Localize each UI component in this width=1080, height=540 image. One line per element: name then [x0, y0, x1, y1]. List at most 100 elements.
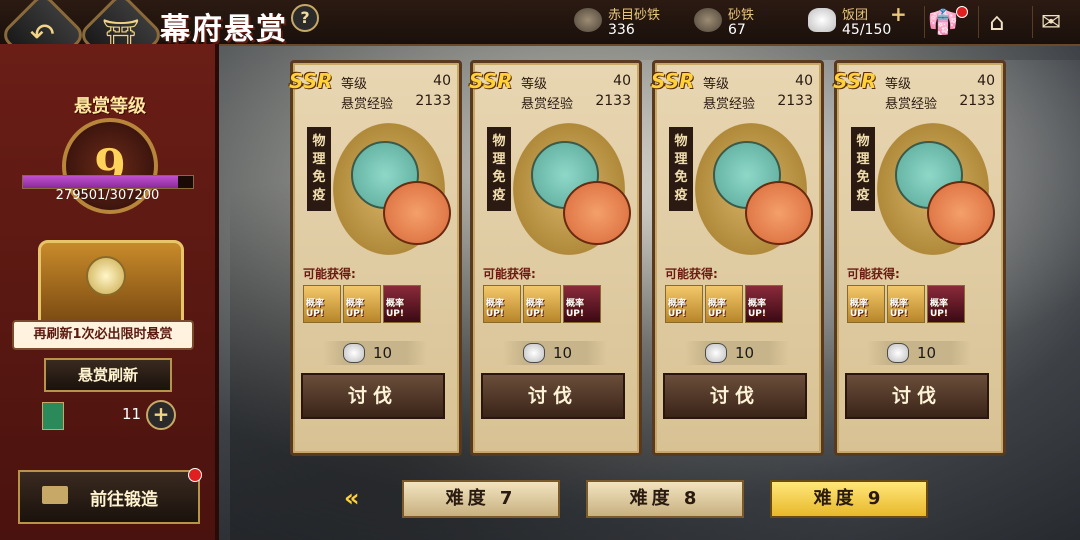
medal-icon [86, 256, 126, 296]
exp-label: 悬赏经验 [703, 97, 756, 112]
bounty-card: SSR 等级 40 悬赏经验 2133 物理免疫 可能获得: 概率UP! 概率U… [833, 60, 1006, 456]
bounty-refresh-button[interactable]: 悬赏刷新 [44, 358, 172, 392]
notification-dot [956, 6, 968, 18]
loot-item[interactable]: 概率UP! [523, 285, 561, 323]
loot-badge: 概率UP! [346, 299, 365, 319]
loot-item[interactable]: 概率UP! [343, 285, 381, 323]
rice-ball-icon [705, 343, 727, 363]
add-rice-ball-button[interactable]: + [890, 2, 907, 26]
rice-cost: 10 [323, 341, 427, 365]
loot-label: 可能获得: [303, 267, 356, 281]
cost-value: 10 [735, 344, 755, 362]
loot-item[interactable]: 概率UP! [665, 285, 703, 323]
ticket-book-icon [42, 402, 64, 430]
resource-iron: 砂铁 67 [690, 2, 800, 40]
rice-ball-icon [343, 343, 365, 363]
loot-badge: 概率UP! [526, 299, 545, 319]
refresh-hint: 再刷新1次必出限时悬赏 [12, 320, 194, 350]
rarity-badge: SSR [469, 69, 513, 93]
immunity-tag: 物理免疫 [307, 127, 331, 211]
resource-value: 45/150 [842, 22, 892, 38]
loot-item[interactable]: 概率UP! [847, 285, 885, 323]
fight-button[interactable]: 讨伐 [663, 373, 807, 419]
cost-value: 10 [373, 344, 393, 362]
resource-label: 赤目砂铁 [608, 8, 661, 23]
loot-item[interactable]: 概率UP! [303, 285, 341, 323]
rarity-badge: SSR [289, 69, 333, 93]
loot-badge: 概率UP! [748, 299, 767, 319]
grade-value: 40 [613, 73, 631, 89]
cost-value: 10 [917, 344, 937, 362]
grade-label: 等级 [885, 77, 912, 92]
page-title: 幕府悬赏 [160, 12, 288, 47]
loot-badge: 概率UP! [668, 299, 687, 319]
rice-ball-icon [887, 343, 909, 363]
grade-label: 等级 [341, 77, 368, 92]
loot-item[interactable]: 概率UP! [745, 285, 783, 323]
exp-value: 2133 [415, 93, 451, 109]
help-button[interactable]: ? [291, 4, 319, 32]
fight-button[interactable]: 讨伐 [301, 373, 445, 419]
rice-cost: 10 [867, 341, 971, 365]
difficulty-8-button[interactable]: 难度 8 [586, 480, 744, 518]
difficulty-7-button[interactable]: 难度 7 [402, 480, 560, 518]
loot-item[interactable]: 概率UP! [705, 285, 743, 323]
cost-value: 10 [553, 344, 573, 362]
exp-label: 悬赏经验 [341, 97, 394, 112]
ticket-counter: 11 + [42, 400, 192, 430]
resource-red-iron: 赤目砂铁 336 [570, 2, 690, 40]
loot-item[interactable]: 概率UP! [383, 285, 421, 323]
bounty-card: SSR 等级 40 悬赏经验 2133 物理免疫 可能获得: 概率UP! 概率U… [469, 60, 642, 456]
loot-badge: 概率UP! [486, 299, 505, 319]
resource-value: 336 [608, 22, 635, 38]
bounty-exp-bar [22, 175, 194, 189]
iron-sand-red-icon [574, 8, 602, 32]
loot-item[interactable]: 概率UP! [887, 285, 925, 323]
rice-ball-icon [523, 343, 545, 363]
exp-value: 2133 [959, 93, 995, 109]
go-forge-label: 前往锻造 [90, 490, 158, 510]
loot-label: 可能获得: [483, 267, 536, 281]
loot-badge: 概率UP! [890, 299, 909, 319]
loot-badge: 概率UP! [708, 299, 727, 319]
home-icon[interactable]: ⌂ [978, 6, 1015, 38]
monster-mask-icon [563, 181, 631, 245]
previous-difficulty-arrow[interactable]: « [344, 484, 360, 512]
fight-button[interactable]: 讨伐 [481, 373, 625, 419]
grade-label: 等级 [703, 77, 730, 92]
fight-button[interactable]: 讨伐 [845, 373, 989, 419]
ticket-count: 11 [122, 405, 142, 423]
exp-label: 悬赏经验 [885, 97, 938, 112]
loot-label: 可能获得: [665, 267, 718, 281]
exp-label: 悬赏经验 [521, 97, 574, 112]
grade-value: 40 [795, 73, 813, 89]
rice-ball-icon [808, 8, 836, 32]
resource-value: 67 [728, 22, 746, 38]
exp-value: 2133 [777, 93, 813, 109]
resource-label: 砂铁 [728, 8, 755, 23]
bounty-card: SSR 等级 40 悬赏经验 2133 物理免疫 可能获得: 概率UP! 概率U… [289, 60, 462, 456]
loot-item[interactable]: 概率UP! [927, 285, 965, 323]
loot-badge: 概率UP! [566, 299, 585, 319]
grade-value: 40 [977, 73, 995, 89]
loot-item[interactable]: 概率UP! [563, 285, 601, 323]
iron-sand-icon [694, 8, 722, 32]
loot-item[interactable]: 概率UP! [483, 285, 521, 323]
mail-icon[interactable]: ✉ [1032, 6, 1069, 38]
bounty-card: SSR 等级 40 悬赏经验 2133 物理免疫 可能获得: 概率UP! 概率U… [651, 60, 824, 456]
loot-label: 可能获得: [847, 267, 900, 281]
bounty-exp-fill [23, 176, 178, 188]
rice-cost: 10 [685, 341, 789, 365]
monster-mask-icon [383, 181, 451, 245]
go-forge-button[interactable]: 前往锻造 [18, 470, 200, 524]
rarity-badge: SSR [651, 69, 695, 93]
bounty-level-label: 悬赏等级 [74, 96, 146, 117]
notification-dot [188, 468, 202, 482]
add-ticket-button[interactable]: + [146, 400, 176, 430]
bounty-exp-text: 279501/307200 [55, 188, 160, 203]
loot-badge: 概率UP! [306, 299, 325, 319]
anvil-icon [42, 486, 68, 504]
difficulty-9-button[interactable]: 难度 9 [770, 480, 928, 518]
grade-label: 等级 [521, 77, 548, 92]
grade-value: 40 [433, 73, 451, 89]
